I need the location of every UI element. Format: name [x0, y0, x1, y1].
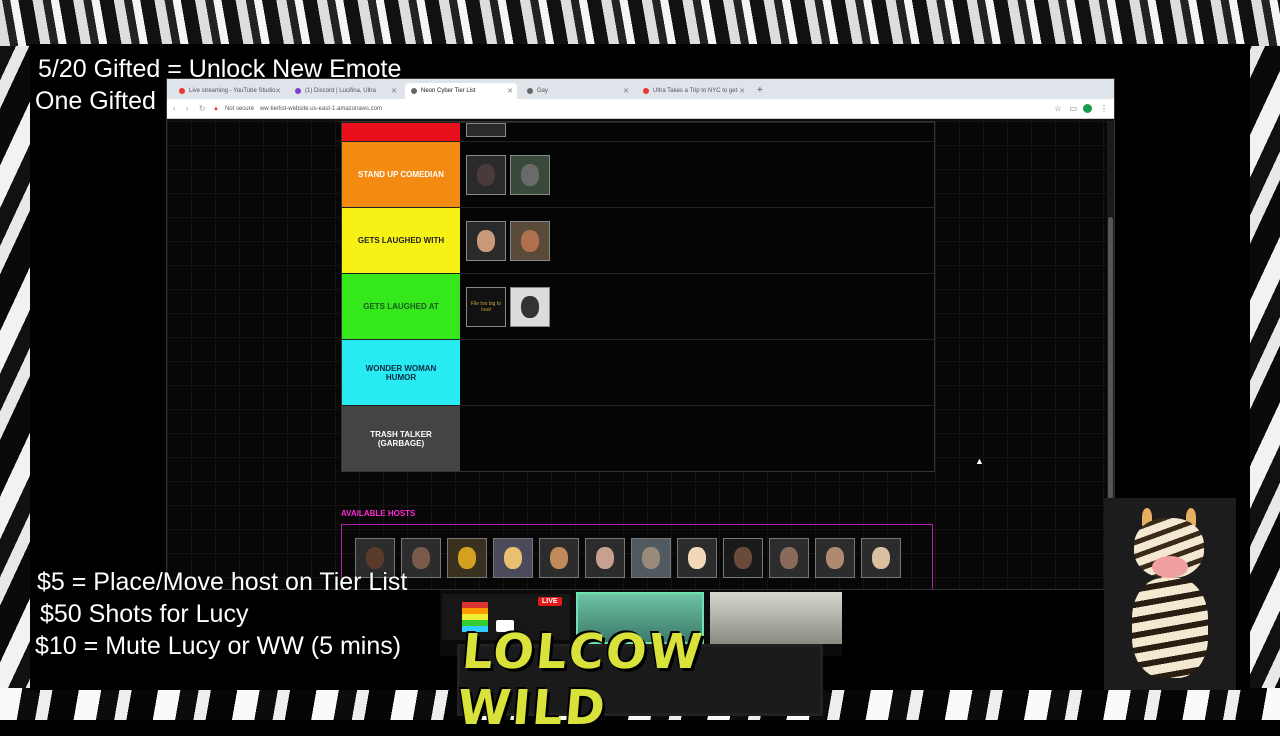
- gift-goal-text: 5/20 Gifted = Unlock New Emote: [38, 55, 402, 83]
- youtube-icon: [179, 88, 185, 94]
- available-host[interactable]: [539, 538, 579, 578]
- available-host[interactable]: [631, 538, 671, 578]
- browser-window: Live streaming - YouTube Studio ✕ (1) Dis…: [166, 78, 1115, 590]
- host-thumbnail-placeholder[interactable]: File too big to load: [466, 286, 506, 327]
- available-hosts-title: AVAILABLE HOSTS: [341, 509, 416, 518]
- discord-icon: [295, 88, 301, 94]
- host-photo: [780, 547, 798, 569]
- globe-icon: [527, 88, 533, 94]
- globe-icon: [411, 88, 417, 94]
- mascot-snout: [1152, 556, 1188, 578]
- new-tab-button[interactable]: +: [757, 83, 763, 99]
- tier-items: [460, 123, 934, 141]
- tier-row-gets-laughed-at: GETS LAUGHED AT File too big to load: [342, 273, 934, 339]
- available-host[interactable]: [723, 538, 763, 578]
- close-icon[interactable]: ✕: [623, 87, 629, 95]
- tab-discord[interactable]: (1) Discord | Lucifina, Ultra ✕: [289, 83, 401, 99]
- tab-tier-list[interactable]: Neon Cyber Tier List ✕: [405, 83, 517, 99]
- host-photo: [734, 547, 752, 569]
- host-thumbnail[interactable]: [510, 220, 550, 261]
- channel-logo: LOLCOW WILD: [455, 624, 823, 736]
- host-thumbnail[interactable]: [466, 154, 506, 195]
- host-thumbnail[interactable]: [510, 286, 550, 327]
- tier-row-wonder-woman-humor: WONDER WOMAN HUMOR: [342, 339, 934, 405]
- tier-items: [460, 208, 934, 273]
- sidebar-icon[interactable]: ▭: [1069, 104, 1077, 113]
- host-photo: [642, 547, 660, 569]
- url-field[interactable]: ww-tierlist-website.us-east-1.amazonaws.…: [260, 106, 1046, 112]
- host-photo: [688, 547, 706, 569]
- tier-label[interactable]: GETS LAUGHED WITH: [342, 208, 460, 273]
- host-photo: [477, 229, 495, 252]
- host-thumbnail[interactable]: [466, 123, 506, 137]
- mascot-body: [1132, 578, 1208, 678]
- tab-ultra-nyc[interactable]: Ultra Takes a Trip to NYC to get ✕: [637, 83, 749, 99]
- zebra-border-top: [0, 0, 1280, 46]
- donation-option-3: $10 = Mute Lucy or WW (5 mins): [35, 632, 402, 660]
- host-thumbnail[interactable]: [510, 154, 550, 195]
- tier-label[interactable]: GETS LAUGHED AT: [342, 274, 460, 339]
- gift-text: One Gifted: [35, 87, 156, 115]
- tier-label: [342, 123, 460, 141]
- tier-row-gets-laughed-with: GETS LAUGHED WITH: [342, 207, 934, 273]
- warning-icon: ▲: [213, 105, 219, 112]
- available-hosts-pool: [341, 524, 933, 589]
- mouse-cursor-icon: ▲: [975, 456, 984, 466]
- tier-items: [460, 340, 934, 405]
- host-photo: [412, 547, 430, 569]
- tier-items: [460, 406, 934, 471]
- host-photo: [477, 163, 495, 186]
- tier-label[interactable]: STAND UP COMEDIAN: [342, 142, 460, 207]
- host-photo: [596, 547, 614, 569]
- bookmark-star-icon[interactable]: ☆: [1054, 104, 1061, 113]
- close-icon[interactable]: ✕: [275, 87, 281, 95]
- host-photo: [521, 229, 539, 252]
- tier-label[interactable]: TRASH TALKER (GARBAGE): [342, 406, 460, 471]
- host-photo: [826, 547, 844, 569]
- menu-kebab-icon[interactable]: ⋮: [1100, 104, 1108, 113]
- nav-buttons[interactable]: ‹ › ↻: [173, 104, 213, 113]
- available-host[interactable]: [585, 538, 625, 578]
- tier-label[interactable]: WONDER WOMAN HUMOR: [342, 340, 460, 405]
- close-icon[interactable]: ✕: [739, 87, 745, 95]
- live-badge: LIVE: [538, 597, 562, 606]
- not-secure-label[interactable]: Not secure: [225, 106, 254, 112]
- available-host[interactable]: [861, 538, 901, 578]
- available-host[interactable]: [493, 538, 533, 578]
- profile-avatar[interactable]: [1083, 104, 1092, 113]
- tab-gay[interactable]: Gay ✕: [521, 83, 633, 99]
- tier-list: STAND UP COMEDIAN GETS LAUGHED WITH GETS…: [341, 121, 935, 472]
- tier-items: File too big to load: [460, 274, 934, 339]
- tier-items: [460, 142, 934, 207]
- donation-option-1: $5 = Place/Move host on Tier List: [37, 568, 408, 596]
- youtube-icon: [643, 88, 649, 94]
- host-photo: [504, 547, 522, 569]
- host-thumbnail[interactable]: [466, 220, 506, 261]
- address-bar: ‹ › ↻ ▲ Not secure ww-tierlist-website.u…: [167, 99, 1114, 119]
- page-viewport: STAND UP COMEDIAN GETS LAUGHED WITH GETS…: [167, 121, 1107, 589]
- host-photo: [550, 547, 568, 569]
- available-host[interactable]: [677, 538, 717, 578]
- zebra-mascot-image: [1104, 498, 1236, 690]
- host-photo: [366, 547, 384, 569]
- close-icon[interactable]: ✕: [391, 87, 397, 95]
- tab-youtube-studio[interactable]: Live streaming - YouTube Studio ✕: [173, 83, 285, 99]
- tier-row-trash-talker: TRASH TALKER (GARBAGE): [342, 405, 934, 471]
- available-host[interactable]: [769, 538, 809, 578]
- host-photo: [521, 295, 539, 318]
- tier-row-red: [342, 122, 934, 141]
- scrollbar-thumb[interactable]: [1108, 217, 1113, 507]
- close-icon[interactable]: ✕: [507, 87, 513, 95]
- available-host[interactable]: [815, 538, 855, 578]
- available-host[interactable]: [447, 538, 487, 578]
- host-photo: [521, 163, 539, 186]
- host-photo: [872, 547, 890, 569]
- host-photo: [458, 547, 476, 569]
- donation-option-2: $50 Shots for Lucy: [40, 600, 249, 628]
- tier-row-stand-up-comedian: STAND UP COMEDIAN: [342, 141, 934, 207]
